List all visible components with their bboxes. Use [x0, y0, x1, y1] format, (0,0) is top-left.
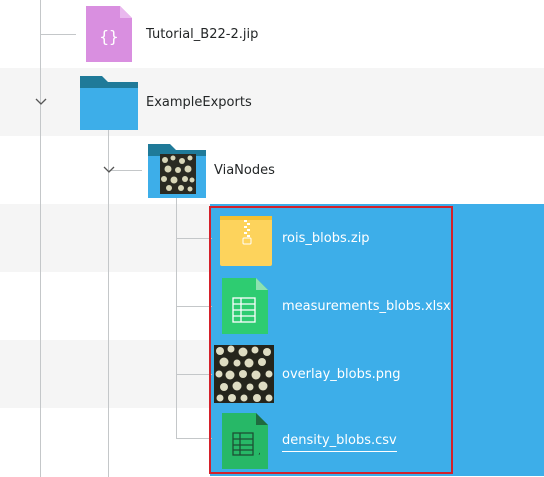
zip-archive-icon — [220, 216, 272, 266]
file-name-rois[interactable]: rois_blobs.zip — [282, 231, 370, 247]
file-name-overlay[interactable]: overlay_blobs.png — [282, 367, 400, 383]
file-tree: {} Tutorial_B22-2.jip ExampleExports Via… — [0, 0, 544, 477]
tree-guide-line — [176, 238, 212, 239]
tree-guide-line — [176, 196, 177, 438]
file-name-density[interactable]: density_blobs.csv — [282, 433, 397, 452]
tree-guide-line — [40, 0, 41, 477]
file-name-tutorial[interactable]: Tutorial_B22-2.jip — [146, 27, 258, 43]
tree-guide-line — [176, 306, 212, 307]
tree-row-tutorial[interactable] — [0, 0, 544, 68]
svg-text:{}: {} — [99, 27, 118, 46]
folder-name-exampleexports[interactable]: ExampleExports — [146, 95, 252, 111]
spreadsheet-icon — [222, 278, 268, 334]
folder-name-vianodes[interactable]: ViaNodes — [214, 163, 275, 179]
chevron-down-icon[interactable] — [102, 165, 116, 175]
image-thumbnail-icon — [214, 345, 274, 403]
folder-icon — [80, 76, 138, 130]
svg-text:,: , — [258, 447, 261, 457]
tree-guide-line — [176, 438, 212, 439]
tree-guide-line — [176, 374, 212, 375]
csv-file-icon: , — [222, 413, 268, 469]
image-folder-icon — [148, 144, 206, 198]
tree-guide-line — [40, 34, 76, 35]
chevron-down-icon[interactable] — [34, 97, 48, 107]
file-name-measurements[interactable]: measurements_blobs.xlsx — [282, 299, 451, 315]
json-file-icon: {} — [86, 6, 132, 62]
